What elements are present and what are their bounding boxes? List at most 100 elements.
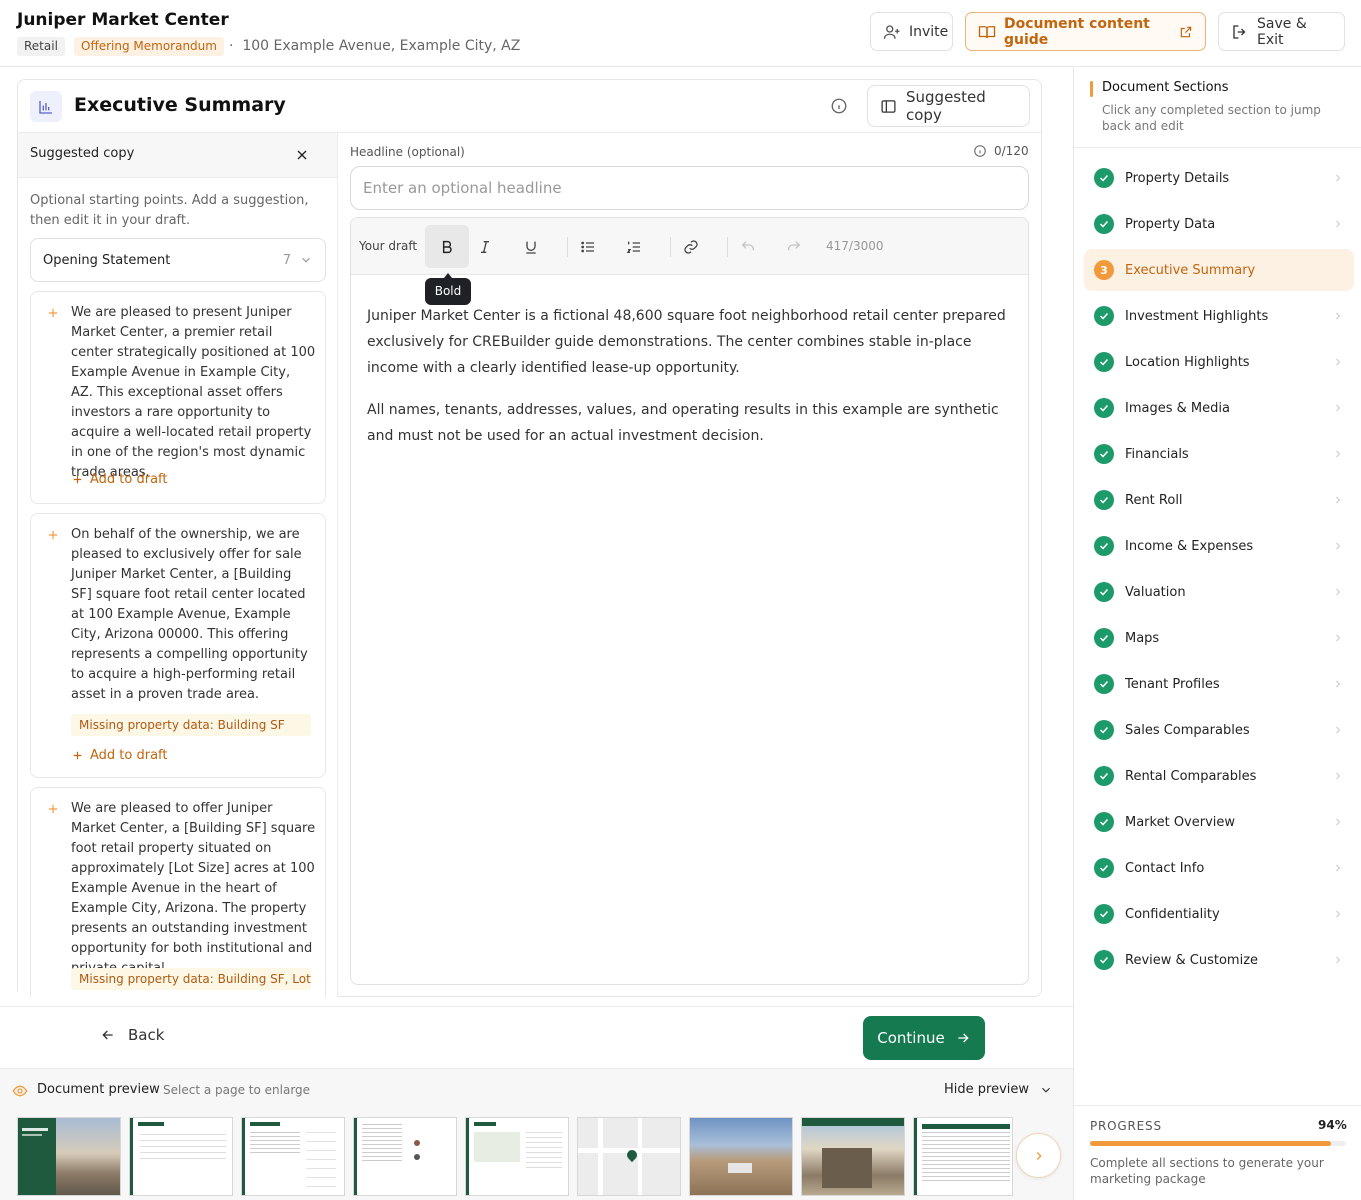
- preview-page-thumbnail[interactable]: [17, 1117, 121, 1196]
- numbered-list-icon: [626, 239, 642, 255]
- invite-button[interactable]: Invite: [870, 12, 953, 51]
- check-icon: [1094, 812, 1114, 832]
- check-icon: [1094, 628, 1114, 648]
- top-header: Juniper Market Center Retail Offering Me…: [0, 0, 1361, 67]
- sidebar-item-label: Location Highlights: [1125, 354, 1250, 370]
- add-to-draft-button[interactable]: Add to draft: [71, 748, 168, 763]
- check-icon: [1094, 858, 1114, 878]
- chevron-right-icon: [1332, 862, 1344, 874]
- sidebar-item[interactable]: Property Data: [1084, 203, 1354, 245]
- hide-preview-label: Hide preview: [944, 1082, 1030, 1097]
- external-link-icon: [1179, 25, 1193, 39]
- italic-button[interactable]: [463, 225, 507, 268]
- document-preview: Document preview Select a page to enlarg…: [0, 1068, 1073, 1200]
- preview-page-thumbnail[interactable]: [129, 1117, 233, 1196]
- preview-page-thumbnail[interactable]: [577, 1117, 681, 1196]
- preview-next-button[interactable]: [1016, 1133, 1061, 1178]
- draft-paragraph[interactable]: Juniper Market Center is a fictional 48,…: [367, 303, 1017, 381]
- sidebar-item[interactable]: Valuation: [1084, 571, 1354, 613]
- sidebar-item-label: Property Data: [1125, 216, 1216, 232]
- suggested-copy-toggle-button[interactable]: Suggested copy: [867, 85, 1030, 127]
- chevron-right-icon: [1332, 356, 1344, 368]
- preview-page-thumbnail[interactable]: [353, 1117, 457, 1196]
- sidebar-item[interactable]: Location Highlights: [1084, 341, 1354, 383]
- chevron-right-icon: [1332, 172, 1344, 184]
- hide-preview-button[interactable]: Hide preview: [944, 1082, 1053, 1097]
- property-title: Juniper Market Center: [17, 10, 229, 30]
- sidebar-item[interactable]: Review & Customize: [1084, 939, 1354, 981]
- info-icon: [973, 144, 987, 158]
- plus-icon: [71, 473, 84, 486]
- sidebar-item[interactable]: Property Details: [1084, 157, 1354, 199]
- add-to-draft-button[interactable]: Add to draft: [71, 472, 168, 487]
- document-content-guide-button[interactable]: Document content guide: [965, 12, 1206, 51]
- sidebar-item[interactable]: Market Overview: [1084, 801, 1354, 843]
- panel-icon: [880, 98, 897, 115]
- draft-editor: Your draft 417/3000 Bold Juniper Market …: [350, 217, 1029, 985]
- chevron-right-icon: [1332, 954, 1344, 966]
- check-icon: [1094, 214, 1114, 234]
- undo-button[interactable]: [726, 225, 770, 268]
- sidebar-item[interactable]: 3 Executive Summary: [1084, 249, 1354, 291]
- sidebar-item[interactable]: Rent Roll: [1084, 479, 1354, 521]
- check-icon: [1094, 766, 1114, 786]
- check-icon: [1094, 444, 1114, 464]
- progress-label: PROGRESS: [1090, 1119, 1162, 1133]
- sidebar-item[interactable]: Images & Media: [1084, 387, 1354, 429]
- sidebar-item[interactable]: Income & Expenses: [1084, 525, 1354, 567]
- property-type-tag: Retail: [17, 37, 65, 56]
- chevron-right-icon: [1332, 816, 1344, 828]
- preview-page-thumbnail[interactable]: [465, 1117, 569, 1196]
- sidebar-item[interactable]: Investment Highlights: [1084, 295, 1354, 337]
- save-exit-button[interactable]: Save & Exit: [1218, 12, 1345, 51]
- chevron-right-icon: [1332, 540, 1344, 552]
- link-button[interactable]: [669, 225, 713, 268]
- sidebar-title: Document Sections: [1102, 80, 1229, 95]
- back-button[interactable]: Back: [100, 1026, 164, 1044]
- sidebar-item[interactable]: Sales Comparables: [1084, 709, 1354, 751]
- sidebar-item[interactable]: Financials: [1084, 433, 1354, 475]
- sidebar-item[interactable]: Confidentiality: [1084, 893, 1354, 935]
- suggestion-card: We are pleased to present Juniper Market…: [30, 291, 326, 504]
- suggestion-card: We are pleased to offer Juniper Market C…: [30, 787, 326, 997]
- check-icon: [1094, 168, 1114, 188]
- check-icon: [1094, 674, 1114, 694]
- check-icon: [1094, 582, 1114, 602]
- continue-button[interactable]: Continue: [863, 1016, 985, 1060]
- bold-icon: [439, 239, 455, 255]
- preview-page-thumbnail[interactable]: [689, 1117, 793, 1196]
- suggested-copy-panel-header: Suggested copy: [18, 133, 337, 178]
- guide-label: Document content guide: [1004, 15, 1150, 48]
- character-count: 417/3000: [826, 239, 884, 253]
- headline-input[interactable]: [350, 166, 1029, 210]
- redo-icon: [786, 239, 802, 255]
- redo-button[interactable]: [772, 225, 816, 268]
- sidebar-item[interactable]: Maps: [1084, 617, 1354, 659]
- preview-page-thumbnail[interactable]: [913, 1117, 1013, 1196]
- draft-paragraph[interactable]: All names, tenants, addresses, values, a…: [367, 397, 1017, 449]
- underline-icon: [523, 239, 539, 255]
- preview-page-thumbnail[interactable]: [241, 1117, 345, 1196]
- plus-icon: [71, 749, 84, 762]
- add-to-draft-label: Add to draft: [90, 472, 168, 487]
- preview-title: Document preview: [37, 1082, 160, 1097]
- section-title: Executive Summary: [74, 94, 286, 116]
- chevron-right-icon: [1332, 724, 1344, 736]
- step-navigation: Back Continue: [0, 1006, 1073, 1068]
- sidebar-item[interactable]: Contact Info: [1084, 847, 1354, 889]
- sidebar-item[interactable]: Rental Comparables: [1084, 755, 1354, 797]
- headline-counter: 0/120: [973, 144, 1029, 158]
- check-icon: [1094, 352, 1114, 372]
- preview-page-thumbnail[interactable]: [801, 1117, 905, 1196]
- sidebar-item[interactable]: Tenant Profiles: [1084, 663, 1354, 705]
- suggestion-category-select[interactable]: Opening Statement 7: [30, 238, 326, 282]
- link-icon: [683, 239, 699, 255]
- bullet-list-button[interactable]: [566, 225, 610, 268]
- chevron-down-icon: [299, 253, 313, 267]
- numbered-list-button[interactable]: [612, 225, 656, 268]
- underline-button[interactable]: [509, 225, 553, 268]
- user-plus-icon: [883, 23, 901, 41]
- info-icon[interactable]: [830, 97, 848, 115]
- close-icon[interactable]: [294, 147, 310, 163]
- progress-divider: [1074, 1105, 1361, 1106]
